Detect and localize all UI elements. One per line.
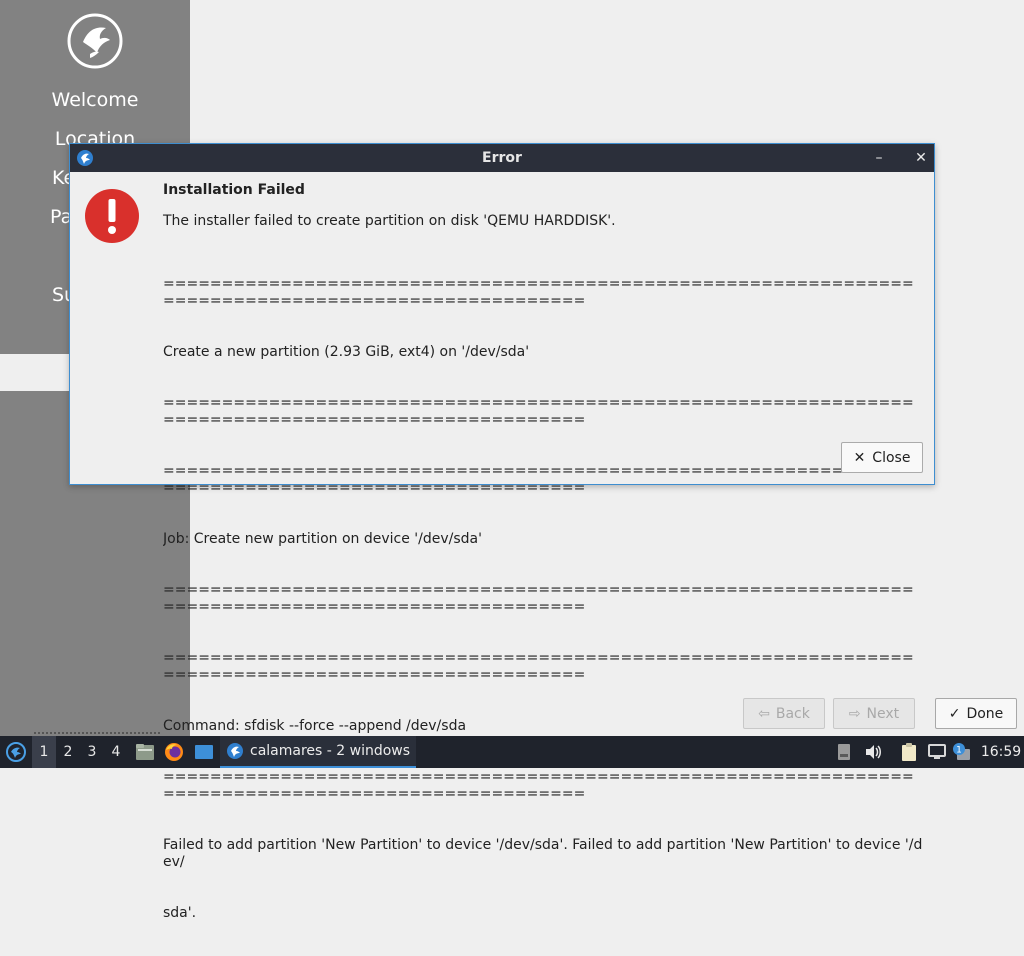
distro-logo-icon	[67, 13, 123, 69]
workspace-1[interactable]: 1	[32, 736, 56, 768]
tray-volume[interactable]	[862, 736, 884, 768]
workspace-3[interactable]: 3	[80, 736, 104, 768]
close-button-label: Close	[872, 449, 911, 466]
details-line: sda'.	[163, 905, 197, 921]
start-menu-button[interactable]	[2, 736, 30, 768]
network-monitor-icon	[928, 744, 946, 759]
tray-clipboard[interactable]	[898, 736, 920, 768]
details-line: ========================================…	[163, 769, 914, 802]
details-line: Create a new partition (2.93 GiB, ext4) …	[163, 344, 530, 360]
firefox-icon	[165, 743, 183, 761]
details-line: Command: sfdisk --force --append /dev/sd…	[163, 718, 467, 734]
notification-count: 1	[956, 746, 962, 756]
folder-icon	[136, 744, 154, 760]
done-button[interactable]: ✓ Done	[935, 698, 1017, 729]
details-line: ========================================…	[163, 650, 914, 683]
details-line: ========================================…	[163, 463, 914, 496]
error-heading: Installation Failed	[163, 182, 305, 198]
close-icon: ✕	[853, 449, 866, 466]
workspace-2[interactable]: 2	[56, 736, 80, 768]
done-button-label: Done	[966, 705, 1004, 722]
task-label: calamares - 2 windows	[250, 743, 411, 759]
error-details: ========================================…	[163, 242, 925, 956]
error-dialog: Error – ✕ Installation Failed The instal…	[69, 143, 935, 921]
minimize-button[interactable]: –	[868, 144, 890, 172]
file-manager-launcher[interactable]	[133, 736, 157, 768]
workspace-4[interactable]: 4	[104, 736, 128, 768]
volume-icon	[866, 745, 881, 759]
taskbar: 1 2 3 4 calamares - 2 windows 1 16:59	[0, 736, 1024, 768]
show-desktop-icon	[195, 745, 213, 759]
desktop-launcher[interactable]	[192, 736, 216, 768]
details-line: Failed to add partition 'New Partition' …	[163, 837, 923, 870]
update-notifier-icon: 1	[953, 743, 970, 760]
clipboard-icon	[902, 743, 916, 761]
close-window-button[interactable]: ✕	[910, 144, 932, 172]
error-icon	[85, 189, 139, 243]
dialog-title: Error	[482, 150, 522, 166]
error-summary: The installer failed to create partition…	[163, 213, 616, 229]
close-button[interactable]: ✕ Close	[841, 442, 923, 473]
sidebar-item-welcome: Welcome	[51, 89, 139, 111]
details-line: ========================================…	[163, 582, 914, 615]
clock[interactable]: 16:59	[978, 736, 1024, 768]
firefox-launcher[interactable]	[162, 736, 186, 768]
details-line: Job: Create new partition on device '/de…	[163, 531, 482, 547]
taskbar-task-calamares[interactable]: calamares - 2 windows	[220, 736, 416, 768]
dialog-titlebar[interactable]: Error – ✕	[70, 144, 934, 172]
tray-removable-media[interactable]	[834, 736, 854, 768]
tray-network[interactable]	[926, 736, 948, 768]
calamares-task-icon	[227, 743, 243, 759]
details-line: ========================================…	[163, 276, 914, 309]
start-menu-icon	[6, 742, 26, 762]
check-icon: ✓	[948, 705, 961, 722]
tray-updates[interactable]: 1	[950, 736, 974, 768]
drive-icon	[838, 744, 850, 760]
details-line: ========================================…	[163, 395, 914, 428]
